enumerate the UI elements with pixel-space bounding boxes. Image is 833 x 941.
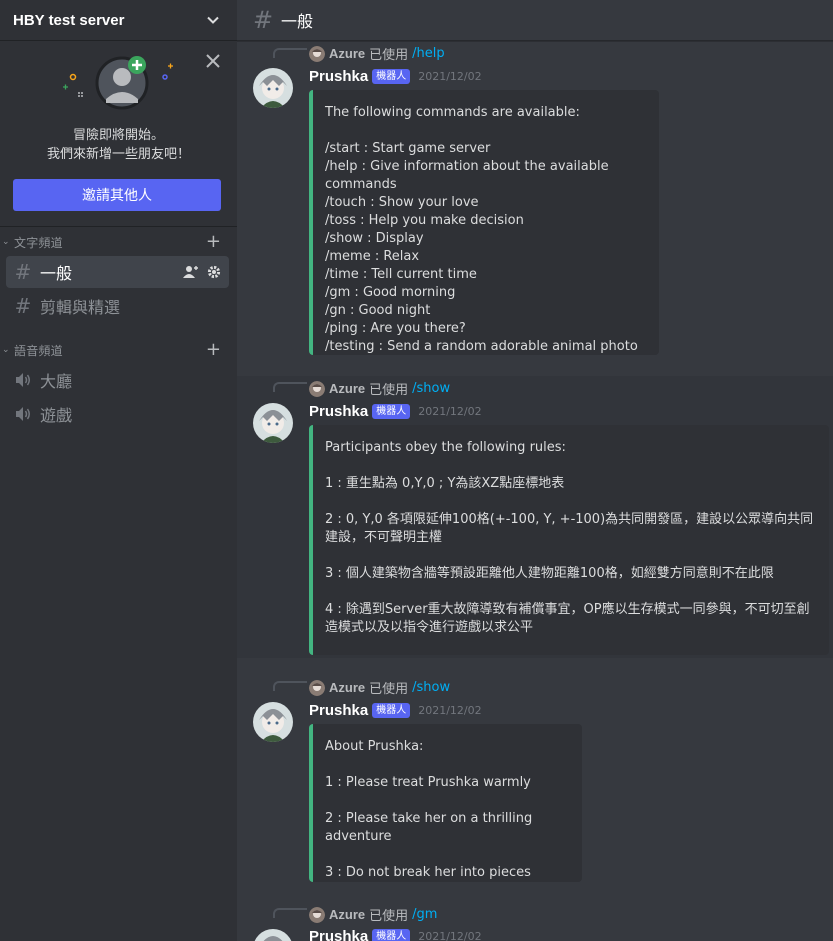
voice-channel-lobby[interactable]: 大廳	[6, 364, 229, 396]
message[interactable]: Azure 已使用 /show Prushka 機器人 2021/12/02 A…	[237, 675, 833, 895]
chat-area: # 一般 Azure 已使用 /help Prushka 機器人 2021/12…	[237, 0, 833, 941]
embed: About Prushka: 1 : Please treat Prushka …	[309, 724, 582, 882]
welcome-line-2: 我們來新增一些朋友吧！	[46, 147, 190, 162]
add-friend-illustration-icon	[63, 56, 173, 110]
timestamp: 2021/12/02	[418, 704, 482, 717]
text-channel-icon: #	[253, 6, 274, 34]
reply-command[interactable]: /show	[412, 381, 450, 396]
reply-used-text: 已使用	[369, 48, 409, 63]
timestamp: 2021/12/02	[418, 405, 482, 418]
reply-context[interactable]: Azure 已使用 /help	[309, 44, 445, 63]
reply-username[interactable]: Azure	[329, 46, 365, 61]
channel-general[interactable]: # 一般	[6, 256, 229, 288]
welcome-text: 冒險即將開始。 我們來新增一些朋友吧！	[0, 126, 237, 164]
category-voice-channels[interactable]: ⌄ 語音頻道 +	[0, 340, 237, 360]
avatar	[309, 45, 325, 62]
reply-username[interactable]: Azure	[329, 907, 365, 922]
channel-title: 一般	[281, 12, 314, 31]
message-header: Prushka 機器人 2021/12/02	[309, 68, 482, 85]
welcome-panel: 冒險即將開始。 我們來新增一些朋友吧！ 邀請其他人	[0, 41, 237, 226]
message[interactable]: Azure 已使用 /gm Prushka 機器人 2021/12/02	[237, 902, 833, 941]
invite-user-icon[interactable]	[183, 265, 199, 279]
timestamp: 2021/12/02	[418, 70, 482, 83]
reply-username[interactable]: Azure	[329, 381, 365, 396]
message-header: Prushka 機器人 2021/12/02	[309, 928, 482, 941]
bot-badge: 機器人	[372, 69, 411, 84]
channel-label: 剪輯與精選	[40, 298, 121, 317]
message[interactable]: Azure 已使用 /help Prushka 機器人 2021/12/02 T…	[237, 42, 833, 375]
gear-icon[interactable]	[207, 265, 221, 279]
close-icon[interactable]	[205, 53, 221, 69]
category-label: 語音頻道	[14, 343, 63, 358]
reply-used-text: 已使用	[369, 682, 409, 697]
reply-command[interactable]: /gm	[412, 907, 437, 922]
category-label: 文字頻道	[14, 235, 63, 250]
welcome-line-1: 冒險即將開始。	[72, 128, 164, 143]
message-header: Prushka 機器人 2021/12/02	[309, 403, 482, 420]
chevron-down-icon[interactable]	[205, 12, 221, 28]
speaker-icon	[16, 407, 30, 421]
bot-badge: 機器人	[372, 929, 411, 941]
channel-label: 大廳	[40, 372, 73, 391]
reply-command[interactable]: /help	[412, 46, 444, 61]
add-channel-icon[interactable]: +	[206, 233, 221, 251]
text-channel-icon: #	[14, 260, 32, 284]
voice-channel-games[interactable]: 遊戲	[6, 398, 229, 430]
avatar[interactable]	[253, 929, 293, 941]
timestamp: 2021/12/02	[418, 930, 482, 941]
embed: Participants obey the following rules: 1…	[309, 425, 829, 655]
server-header[interactable]: HBY test server	[0, 0, 237, 41]
channel-sidebar: HBY test server 冒險即將開始。 我們來新增一些朋友吧！ 邀請其他…	[0, 0, 237, 941]
reply-command[interactable]: /show	[412, 680, 450, 695]
avatar[interactable]	[253, 403, 293, 443]
reply-connector	[273, 681, 307, 691]
reply-username[interactable]: Azure	[329, 680, 365, 695]
add-channel-icon[interactable]: +	[206, 341, 221, 359]
username[interactable]: Prushka	[309, 403, 368, 420]
bot-badge: 機器人	[372, 404, 411, 419]
bot-badge: 機器人	[372, 703, 411, 718]
username[interactable]: Prushka	[309, 68, 368, 85]
text-channel-icon: #	[14, 294, 32, 318]
reply-context[interactable]: Azure 已使用 /gm	[309, 905, 437, 924]
divider	[0, 226, 237, 227]
speaker-icon	[16, 373, 30, 387]
message[interactable]: Azure 已使用 /show Prushka 機器人 2021/12/02 P…	[237, 376, 833, 658]
reply-connector	[273, 908, 307, 918]
category-text-channels[interactable]: ⌄ 文字頻道 +	[0, 232, 237, 252]
message-header: Prushka 機器人 2021/12/02	[309, 702, 482, 719]
avatar	[309, 906, 325, 923]
chevron-down-icon: ⌄	[2, 345, 10, 355]
channel-label: 遊戲	[40, 406, 73, 425]
avatar	[309, 679, 325, 696]
reply-context[interactable]: Azure 已使用 /show	[309, 379, 450, 398]
channel-clips[interactable]: # 剪輯與精選	[6, 290, 229, 322]
reply-used-text: 已使用	[369, 909, 409, 924]
embed: The following commands are available: /s…	[309, 90, 659, 355]
avatar[interactable]	[253, 68, 293, 108]
channel-label: 一般	[40, 264, 73, 283]
reply-connector	[273, 48, 307, 58]
reply-used-text: 已使用	[369, 383, 409, 398]
chevron-down-icon: ⌄	[2, 237, 10, 247]
username[interactable]: Prushka	[309, 702, 368, 719]
username[interactable]: Prushka	[309, 928, 368, 941]
avatar[interactable]	[253, 702, 293, 742]
channel-header: # 一般	[237, 0, 833, 41]
avatar	[309, 380, 325, 397]
server-name: HBY test server	[13, 11, 125, 29]
reply-connector	[273, 382, 307, 392]
invite-button[interactable]: 邀請其他人	[13, 179, 221, 211]
reply-context[interactable]: Azure 已使用 /show	[309, 678, 450, 697]
